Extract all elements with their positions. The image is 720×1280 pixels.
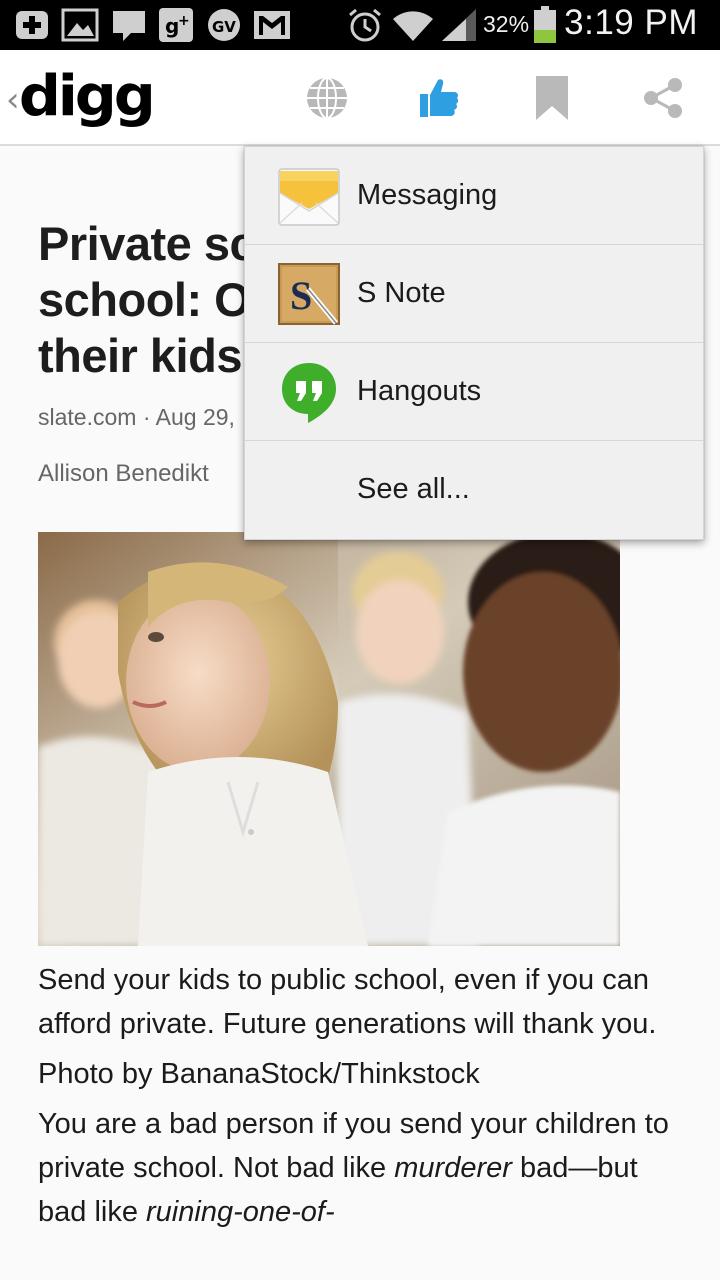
- s-note-icon: S: [278, 263, 340, 325]
- add-box-icon: [14, 7, 50, 43]
- svg-text:GV: GV: [212, 18, 236, 36]
- photo-caption: Send your kids to public school, even if…: [38, 964, 657, 1040]
- emphasis-text: ruining-one-of-: [146, 1196, 335, 1228]
- share-item-label: Messaging: [357, 179, 498, 211]
- headline-line: Private sc: [38, 217, 256, 270]
- share-item-hangouts[interactable]: Hangouts: [245, 343, 703, 441]
- photo-credit: Photo by BananaStock/Thinkstock: [38, 1058, 480, 1090]
- source-link[interactable]: slate.com: [38, 404, 136, 430]
- share-menu: Messaging S S Note Hangouts See all...: [244, 146, 704, 540]
- article-meta: slate.com · Aug 29,: [38, 404, 235, 431]
- signal-icon: [440, 7, 480, 43]
- digg-it-button[interactable]: [411, 70, 467, 126]
- share-button[interactable]: [635, 70, 691, 126]
- meta-separator: ·: [142, 404, 151, 430]
- globe-icon: [307, 77, 347, 119]
- messaging-icon: [278, 165, 340, 227]
- svg-text:+: +: [178, 13, 190, 29]
- gmail-icon: [252, 7, 292, 43]
- article-author: Allison Benedikt: [38, 460, 209, 487]
- share-item-s-note[interactable]: S S Note: [245, 245, 703, 343]
- article-body: Send your kids to public school, even if…: [38, 958, 678, 1240]
- svg-text:S: S: [290, 273, 312, 318]
- headline-line: school: O: [38, 273, 251, 326]
- google-voice-icon: GV: [204, 7, 244, 43]
- emphasis-text: murderer: [394, 1152, 512, 1184]
- battery-percent: 32%: [483, 11, 530, 37]
- headline-line: their kids: [38, 329, 242, 382]
- article-paragraph: You are a bad person if you send your ch…: [38, 1102, 678, 1234]
- share-item-label: See all...: [357, 473, 470, 505]
- clock: 3:19 PM: [564, 3, 698, 42]
- status-bar: g + GV 32% 3:19 PM: [0, 0, 720, 50]
- thumbs-up-icon: [420, 79, 459, 117]
- wifi-icon: [392, 7, 434, 43]
- article-photo: [38, 532, 620, 946]
- google-plus-icon: g +: [158, 7, 194, 43]
- share-item-see-all[interactable]: See all...: [245, 441, 703, 539]
- app-bar: ‹ digg: [0, 50, 720, 146]
- bookmark-icon: [536, 76, 568, 120]
- save-button[interactable]: [524, 70, 580, 126]
- hangouts-icon: [278, 361, 340, 423]
- chat-icon: [110, 7, 148, 43]
- share-item-label: S Note: [357, 277, 446, 309]
- open-in-browser-button[interactable]: [299, 70, 355, 126]
- share-icon: [644, 78, 682, 118]
- alarm-icon: [346, 7, 384, 43]
- digg-logo[interactable]: digg: [19, 64, 156, 129]
- publish-date: Aug 29,: [155, 404, 235, 430]
- gallery-icon: [60, 7, 100, 43]
- share-item-label: Hangouts: [357, 375, 482, 407]
- share-item-messaging[interactable]: Messaging: [245, 147, 703, 245]
- battery-icon: [532, 6, 558, 43]
- back-icon[interactable]: ‹: [6, 80, 20, 120]
